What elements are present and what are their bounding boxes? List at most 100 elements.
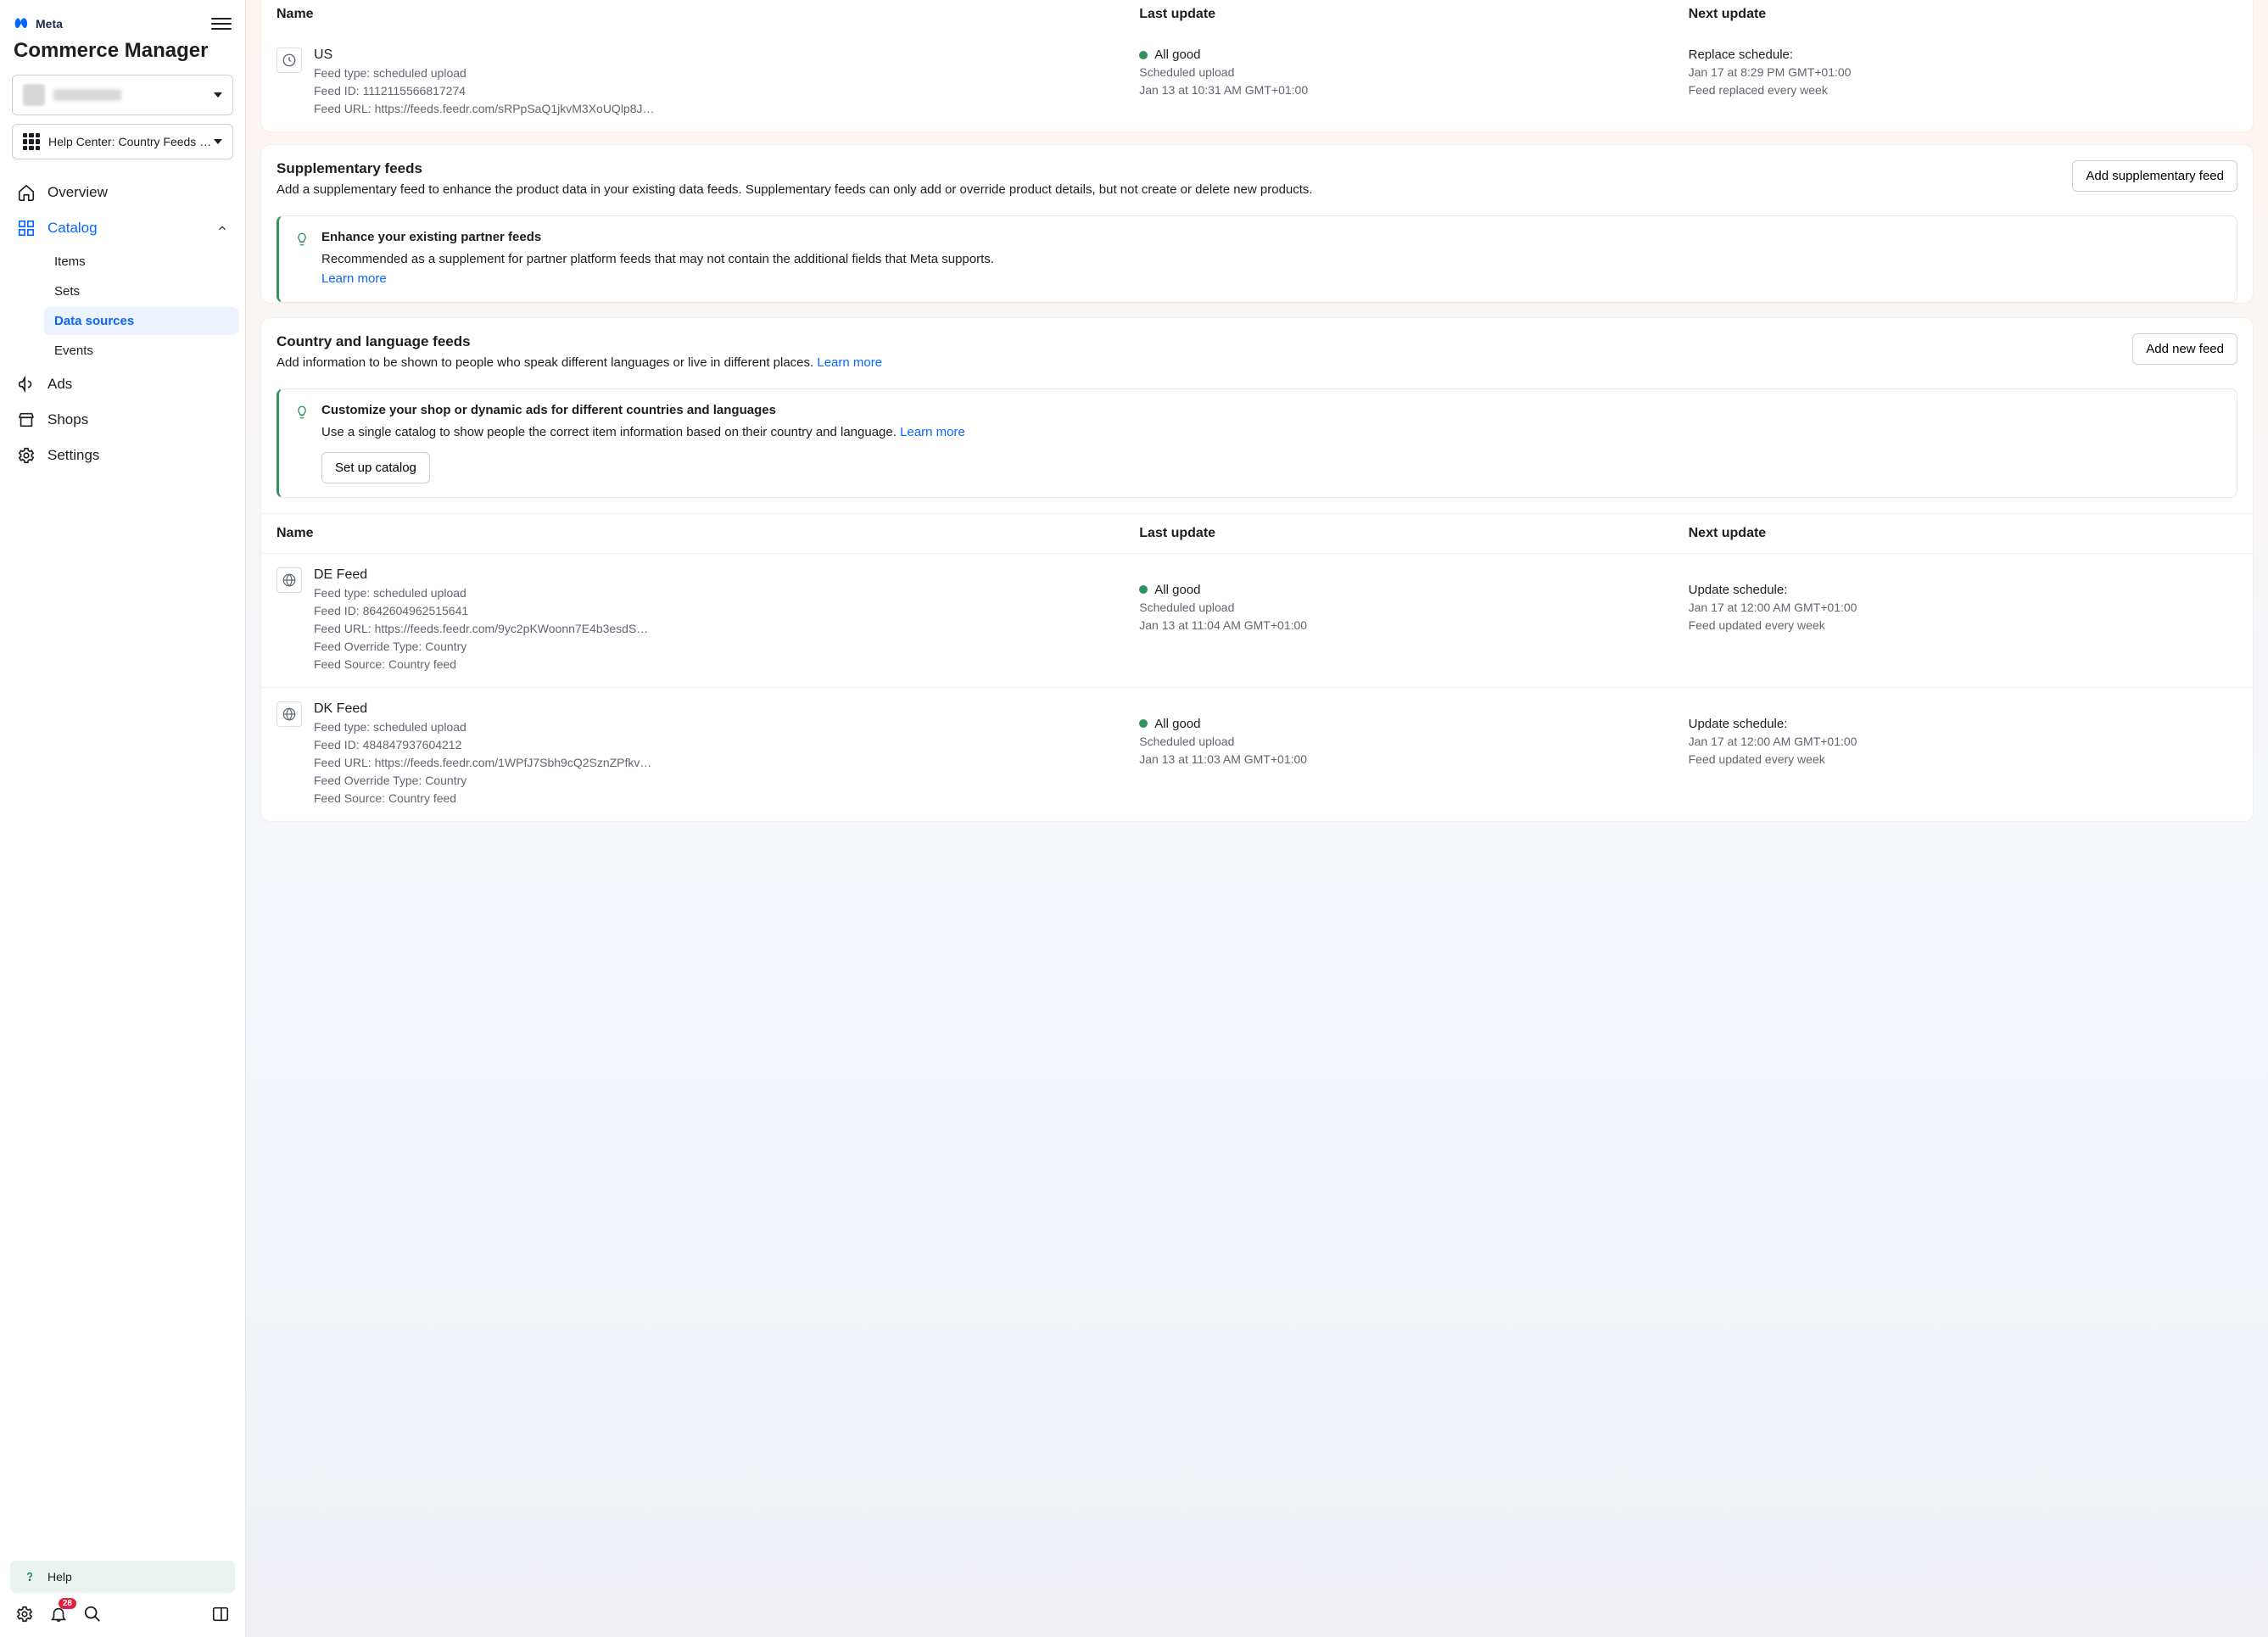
home-icon: [17, 183, 36, 202]
nav: Overview Catalog Items Sets Data sources…: [7, 175, 238, 1561]
feed-row-us[interactable]: US Feed type: scheduled upload Feed ID: …: [261, 34, 2253, 131]
feed-name: DE Feed: [314, 567, 1139, 583]
country-desc: Add information to be shown to people wh…: [277, 355, 817, 370]
status-text: All good: [1154, 717, 1200, 731]
feed-type: Feed type: scheduled upload: [314, 584, 1139, 602]
nav-shops[interactable]: Shops: [7, 402, 238, 438]
learn-more-link[interactable]: Learn more: [817, 355, 882, 370]
next-title: Update schedule:: [1689, 717, 2237, 731]
storefront-icon: [17, 411, 36, 429]
account-avatar: [23, 84, 45, 106]
learn-more-link[interactable]: Learn more: [900, 425, 965, 439]
account-selector[interactable]: [12, 75, 233, 115]
nav-shops-label: Shops: [47, 411, 88, 428]
feed-override: Feed Override Type: Country: [314, 772, 1139, 790]
feed-id: Feed ID: 8642604962515641: [314, 602, 1139, 620]
callout-body: Recommended as a supplement for partner …: [321, 249, 994, 269]
notification-badge: 28: [59, 1598, 76, 1609]
lightbulb-icon: [294, 405, 310, 422]
country-title: Country and language feeds: [277, 333, 882, 350]
country-feeds-card: Country and language feeds Add informati…: [261, 318, 2253, 821]
clock-icon: [277, 47, 302, 73]
nav-settings[interactable]: Settings: [7, 438, 238, 473]
col-next: Next update: [1689, 526, 2237, 541]
setup-catalog-button[interactable]: Set up catalog: [321, 452, 430, 483]
country-callout: Customize your shop or dynamic ads for d…: [277, 388, 2237, 498]
feed-row[interactable]: DK Feed Feed type: scheduled upload Feed…: [261, 687, 2253, 821]
nav-items[interactable]: Items: [44, 248, 238, 276]
sidebar: Meta Commerce Manager Help Center: Count…: [0, 0, 246, 1637]
meta-icon: [14, 15, 31, 32]
feed-override: Feed Override Type: Country: [314, 638, 1139, 656]
table-header: Name Last update Next update: [261, 513, 2253, 553]
lightbulb-icon: [294, 232, 310, 249]
menu-icon[interactable]: [211, 14, 232, 34]
callout-title: Enhance your existing partner feeds: [321, 230, 994, 244]
next-line1: Jan 17 at 8:29 PM GMT+01:00: [1689, 64, 2237, 81]
catalog-submenu: Items Sets Data sources Events: [7, 248, 238, 365]
nav-overview[interactable]: Overview: [7, 175, 238, 210]
meta-logo: Meta: [14, 15, 63, 32]
learn-more-link[interactable]: Learn more: [321, 271, 387, 286]
supplementary-callout: Enhance your existing partner feeds Reco…: [277, 215, 2237, 304]
col-name: Name: [277, 7, 1139, 22]
catalog-selector-label: Help Center: Country Feeds …: [48, 135, 211, 148]
search-icon[interactable]: [83, 1605, 102, 1623]
nav-settings-label: Settings: [47, 447, 99, 464]
add-new-feed-button[interactable]: Add new feed: [2132, 333, 2237, 365]
question-icon: [22, 1569, 37, 1584]
table-header: Name Last update Next update: [261, 0, 2253, 34]
status-text: All good: [1154, 47, 1200, 62]
feed-type: Feed type: scheduled upload: [314, 718, 1139, 736]
nav-data-sources[interactable]: Data sources: [44, 307, 238, 335]
supplementary-feeds-card: Supplementary feeds Add a supplementary …: [261, 145, 2253, 303]
megaphone-icon: [17, 375, 36, 394]
settings-gear-icon[interactable]: [15, 1605, 34, 1623]
next-line1: Jan 17 at 12:00 AM GMT+01:00: [1689, 733, 2237, 751]
next-line2: Feed replaced every week: [1689, 81, 2237, 99]
help-label: Help: [47, 1570, 72, 1584]
brand-text: Meta: [36, 17, 63, 31]
status-sub1: Scheduled upload: [1139, 599, 1688, 617]
supplementary-title: Supplementary feeds: [277, 160, 1313, 177]
status-sub1: Scheduled upload: [1139, 733, 1688, 751]
next-line1: Jan 17 at 12:00 AM GMT+01:00: [1689, 599, 2237, 617]
nav-catalog[interactable]: Catalog: [7, 210, 238, 246]
chevron-up-icon: [216, 222, 228, 234]
nav-overview-label: Overview: [47, 184, 108, 201]
bell-icon[interactable]: 28: [49, 1605, 68, 1623]
primary-feeds-card: Name Last update Next update US Feed typ…: [261, 0, 2253, 131]
help-button[interactable]: Help: [10, 1561, 235, 1593]
catalog-grid-icon: [23, 133, 40, 150]
globe-icon: [277, 701, 302, 727]
feed-row[interactable]: DE Feed Feed type: scheduled upload Feed…: [261, 553, 2253, 687]
account-name-redacted: [53, 89, 121, 101]
status-dot: [1139, 585, 1148, 594]
panel-toggle-icon[interactable]: [211, 1605, 230, 1623]
add-supplementary-feed-button[interactable]: Add supplementary feed: [2072, 160, 2237, 192]
next-title: Replace schedule:: [1689, 47, 2237, 62]
catalog-icon: [17, 219, 36, 237]
col-name: Name: [277, 526, 1139, 541]
col-last: Last update: [1139, 526, 1688, 541]
next-line2: Feed updated every week: [1689, 751, 2237, 768]
feed-name: US: [314, 47, 1139, 63]
nav-catalog-label: Catalog: [47, 220, 98, 237]
chevron-down-icon: [214, 139, 222, 144]
callout-title: Customize your shop or dynamic ads for d…: [321, 403, 965, 417]
catalog-selector[interactable]: Help Center: Country Feeds …: [12, 124, 233, 159]
gear-icon: [17, 446, 36, 465]
callout-body: Use a single catalog to show people the …: [321, 425, 900, 439]
nav-ads-label: Ads: [47, 376, 72, 393]
status-sub1: Scheduled upload: [1139, 64, 1688, 81]
globe-icon: [277, 567, 302, 593]
nav-ads[interactable]: Ads: [7, 366, 238, 402]
feed-name: DK Feed: [314, 701, 1139, 717]
main-content: Name Last update Next update US Feed typ…: [246, 0, 2268, 1637]
feed-id: Feed ID: 1112115566817274: [314, 82, 1139, 100]
nav-sets[interactable]: Sets: [44, 277, 238, 305]
feed-type: Feed type: scheduled upload: [314, 64, 1139, 82]
chevron-down-icon: [214, 92, 222, 98]
nav-events[interactable]: Events: [44, 337, 238, 365]
status-sub2: Jan 13 at 11:03 AM GMT+01:00: [1139, 751, 1688, 768]
